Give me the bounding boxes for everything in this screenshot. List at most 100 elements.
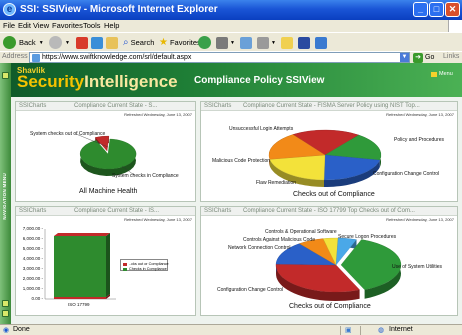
menu-tools[interactable]: Tools	[83, 21, 101, 30]
slice-label: Controls & Operational Software	[265, 229, 337, 235]
chart-legend: ..cks out or Compliance Checks in Compli…	[120, 259, 169, 271]
bar-segment	[54, 236, 106, 297]
mail-button[interactable]	[240, 35, 252, 50]
chevron-down-icon[interactable]: ▼	[65, 40, 70, 46]
refresh-icon	[91, 36, 103, 49]
go-arrow-icon: ➜	[413, 52, 423, 63]
media-button[interactable]: ▼	[216, 35, 235, 50]
slice-label: Configuration Change Control	[217, 287, 284, 293]
menu-edit[interactable]: Edit	[18, 21, 31, 30]
logo-part-1: Security	[17, 72, 85, 91]
menu-help[interactable]: Help	[104, 21, 119, 30]
home-icon	[106, 36, 118, 49]
links-button[interactable]: Links	[443, 53, 459, 60]
chevron-down-icon[interactable]: ▼	[39, 40, 44, 46]
toolbar: Back ▼ ▼ ⌕ Search ★ Favorites ▼ ▼	[0, 32, 462, 51]
address-input[interactable]: https://www.swiftknowledge.com/srl/defau…	[29, 52, 410, 63]
star-icon: ★	[159, 37, 168, 48]
history-button[interactable]	[198, 35, 211, 50]
slice-label: Use of System Utilities	[392, 264, 443, 270]
messenger-button[interactable]	[315, 35, 327, 50]
slice-label: Policy and Procedures	[394, 137, 445, 143]
bar-segment	[54, 297, 106, 299]
media-icon	[216, 36, 228, 49]
bar-segment-side	[106, 233, 110, 297]
chevron-down-icon[interactable]: ▼	[230, 40, 235, 46]
print-button[interactable]: ▼	[257, 35, 276, 50]
forward-button[interactable]: ▼	[49, 35, 70, 50]
menu-view[interactable]: View	[33, 21, 49, 30]
chart-panel-iso-top: SSICharts Compliance Current State - ISO…	[200, 206, 458, 316]
close-button[interactable]: ✕	[445, 2, 460, 17]
favorites-button[interactable]: ★ Favorites	[159, 35, 201, 50]
slice-label: System checks out of Compliance	[30, 131, 106, 137]
edit-button[interactable]	[281, 35, 293, 50]
minimize-button[interactable]: _	[413, 2, 428, 17]
zone-text: Internet	[389, 326, 413, 333]
mail-icon	[240, 36, 252, 49]
back-button[interactable]: Back ▼	[3, 35, 44, 50]
stop-icon	[76, 36, 88, 49]
slice-label: Malicious Code Protection	[212, 158, 271, 164]
navigation-sidebar[interactable]: NAVIGATION MENU	[0, 63, 11, 324]
chart-caption: Checks out of Compliance	[293, 191, 375, 198]
favorites-label: Favorites	[169, 38, 201, 47]
go-button[interactable]: ➜ Go	[413, 52, 434, 63]
slice-label: Secure Logon Procedures	[338, 234, 397, 240]
title-bar: e SSI: SSIView - Microsoft Internet Expl…	[0, 0, 462, 20]
pie-chart-fisma	[268, 129, 382, 187]
folder-icon	[281, 36, 293, 49]
window-title: SSI: SSIView - Microsoft Internet Explor…	[20, 4, 218, 15]
bar-chart-iso	[44, 229, 116, 300]
slice-label: Network Connection Control	[228, 245, 291, 251]
page-content: NAVIGATION MENU Shavlik SecurityIntellig…	[0, 63, 462, 324]
go-label: Go	[425, 54, 435, 61]
status-text: Done	[13, 326, 30, 333]
search-label: Search	[130, 38, 155, 47]
search-button[interactable]: ⌕ Search	[123, 35, 154, 50]
lock-icon: ▣	[345, 327, 352, 334]
globe-icon: ◍	[378, 327, 385, 334]
search-icon: ⌕	[123, 37, 129, 48]
legend-item-out: ..cks out or Compliance	[123, 262, 169, 266]
windows-logo-icon	[448, 20, 462, 32]
page-status-icon: ◉	[3, 327, 10, 334]
menu-icon	[431, 71, 437, 77]
back-arrow-icon	[3, 36, 16, 49]
messenger-icon	[315, 36, 327, 49]
history-icon	[198, 36, 211, 49]
chevron-down-icon[interactable]: ▼	[400, 53, 409, 62]
address-url: https://www.swiftknowledge.com/srl/defau…	[42, 54, 192, 61]
address-bar: Address https://www.swiftknowledge.com/s…	[0, 51, 462, 63]
back-label: Back	[19, 38, 36, 47]
bar-top	[54, 233, 110, 236]
stop-button[interactable]	[76, 35, 88, 50]
menu-file[interactable]: File	[3, 21, 15, 30]
slice-label: Controls Against Malicious Code	[243, 237, 315, 243]
chart-panel-fisma: SSICharts Compliance Current State - FIS…	[200, 101, 458, 202]
legend-label: Checks in Compliance	[129, 267, 167, 271]
home-button[interactable]	[106, 35, 118, 50]
page-icon	[32, 54, 40, 62]
slice-label: Configuration Change Control	[373, 171, 440, 177]
app-header: Shavlik SecurityIntelligence Compliance …	[11, 63, 462, 97]
app-logo: SecurityIntelligence	[17, 72, 178, 92]
chart-caption: All Machine Health	[79, 188, 138, 195]
chevron-down-icon[interactable]: ▼	[271, 40, 276, 46]
menu-label: Menu	[439, 71, 453, 77]
nav-link-icon[interactable]	[2, 300, 9, 307]
slice-label: Unsuccessful Login Attempts	[229, 126, 294, 132]
legend-item-in: Checks in Compliance	[123, 267, 167, 271]
nav-toggle-icon[interactable]	[2, 72, 9, 79]
menu-button[interactable]: Menu	[431, 71, 453, 77]
navigation-menu-label[interactable]: NAVIGATION MENU	[2, 173, 7, 220]
menu-favorites[interactable]: Favorites	[52, 21, 83, 30]
logo-part-2: Intelligence	[84, 72, 178, 91]
nav-link-icon[interactable]	[2, 310, 9, 317]
maximize-button[interactable]: □	[429, 2, 444, 17]
status-bar: ◉ Done ▣ ◍ Internet	[0, 324, 462, 335]
ie-icon: e	[3, 3, 16, 16]
discuss-button[interactable]	[298, 35, 310, 50]
print-icon	[257, 36, 269, 49]
refresh-button[interactable]	[91, 35, 103, 50]
